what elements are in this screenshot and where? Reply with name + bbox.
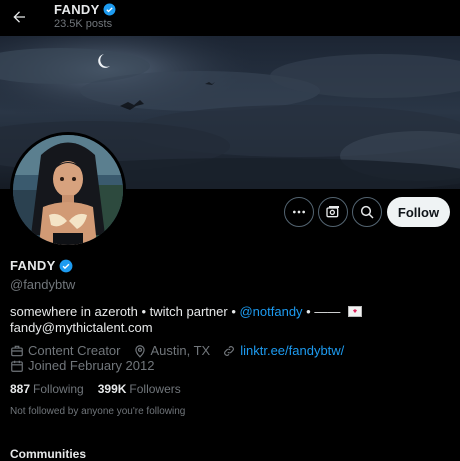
bio-text: somewhere in azeroth • twitch partner • bbox=[10, 304, 240, 319]
followers-count: 399K bbox=[97, 382, 127, 396]
briefcase-icon bbox=[11, 345, 23, 356]
bio-mention-link[interactable]: @notfandy bbox=[239, 304, 302, 319]
envelope-icon bbox=[347, 306, 362, 317]
posts-count: 23.5K posts bbox=[54, 18, 113, 30]
joined: Joined February 2012 bbox=[10, 358, 154, 373]
location: Austin, TX bbox=[133, 343, 211, 358]
location-pin-icon bbox=[134, 344, 145, 358]
display-name-row: FANDY bbox=[10, 258, 73, 273]
verified-badge-icon bbox=[103, 3, 116, 16]
website-link[interactable]: linktr.ee/fandybtw/ bbox=[240, 343, 344, 358]
subscribe-icon bbox=[326, 206, 339, 218]
website[interactable]: linktr.ee/fandybtw/ bbox=[222, 343, 344, 358]
bio-line-1: somewhere in azeroth • twitch partner • … bbox=[10, 304, 450, 320]
avatar[interactable] bbox=[10, 132, 126, 248]
not-followed-note: Not followed by anyone you're following bbox=[10, 406, 186, 417]
top-bar: FANDY 23.5K posts bbox=[0, 0, 460, 36]
back-button[interactable] bbox=[6, 4, 32, 30]
back-arrow-icon bbox=[13, 11, 25, 23]
following-count: 887 bbox=[10, 382, 31, 396]
followers-label: Followers bbox=[129, 382, 181, 396]
joined-label: Joined February 2012 bbox=[28, 358, 155, 373]
display-name: FANDY bbox=[10, 258, 56, 273]
header-name: FANDY bbox=[54, 2, 100, 17]
header-name-row: FANDY bbox=[54, 2, 116, 17]
following-label: Following bbox=[33, 382, 84, 396]
profile-meta: Content Creator Austin, TX linktr.ee/fan… bbox=[10, 343, 352, 358]
more-icon bbox=[293, 210, 305, 214]
bio-email: fandy@mythictalent.com bbox=[10, 320, 153, 335]
calendar-icon bbox=[11, 360, 23, 372]
bio-separator: • —— bbox=[302, 304, 341, 319]
subscribe-button[interactable] bbox=[318, 197, 348, 227]
category: Content Creator bbox=[10, 343, 121, 358]
category-label: Content Creator bbox=[28, 343, 121, 358]
communities-heading: Communities bbox=[10, 447, 87, 461]
follow-stats: 887 Following 399K Followers bbox=[10, 382, 181, 396]
follow-button[interactable]: Follow bbox=[387, 197, 450, 227]
bio: somewhere in azeroth • twitch partner • … bbox=[10, 304, 450, 336]
followers-link[interactable]: 399K Followers bbox=[98, 382, 181, 396]
search-button[interactable] bbox=[352, 197, 382, 227]
verified-badge-icon[interactable] bbox=[59, 259, 73, 273]
following-link[interactable]: 887 Following bbox=[10, 382, 84, 396]
location-label: Austin, TX bbox=[150, 343, 211, 358]
search-icon bbox=[360, 205, 374, 219]
more-button[interactable] bbox=[284, 197, 314, 227]
link-icon bbox=[224, 345, 235, 356]
handle: @fandybtw bbox=[10, 277, 76, 292]
